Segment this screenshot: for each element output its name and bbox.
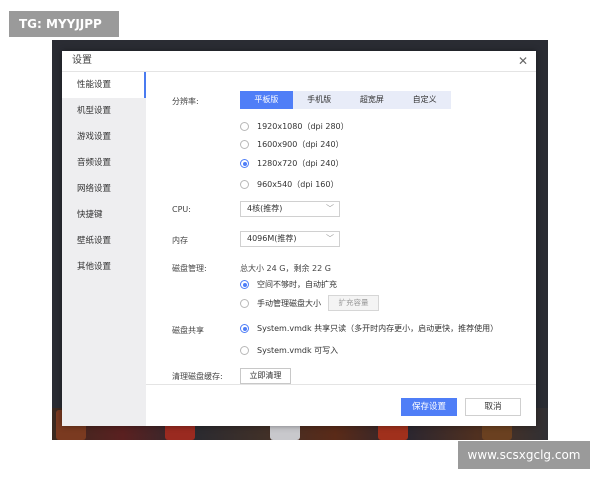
dialog-title: 设置: [72, 55, 92, 66]
sidebar-item-shortcuts[interactable]: 快捷键: [62, 202, 146, 228]
settings-sidebar: 性能设置 机型设置 游戏设置 音频设置 网络设置 快捷键 壁纸设置 其他设置: [62, 72, 146, 426]
disk-summary: 总大小 24 G，剩余 22 G: [240, 264, 331, 273]
radio-button-selected[interactable]: [240, 324, 249, 333]
resolution-option-1280[interactable]: 1280x720（dpi 240）: [240, 158, 344, 169]
cpu-select-value: 4核(推荐): [247, 204, 283, 213]
disk-option-auto[interactable]: 空间不够时，自动扩充: [240, 279, 337, 290]
cancel-button[interactable]: 取消: [465, 398, 521, 416]
settings-content: 分辨率: 平板版 手机版 超宽屏 自定义 1920x1080（dpi 280） …: [146, 72, 536, 426]
disk-share-option-writable[interactable]: System.vmdk 可写入: [240, 345, 338, 356]
dialog-header: 设置 ✕: [62, 51, 536, 72]
close-icon[interactable]: ✕: [518, 51, 528, 71]
resolution-label: 分辨率:: [172, 97, 199, 106]
resolution-option-1600[interactable]: 1600x900（dpi 240）: [240, 139, 344, 150]
disk-share-option-label: System.vmdk 可写入: [257, 346, 339, 355]
tab-tablet[interactable]: 平板版: [240, 91, 293, 109]
watermark-tg: TG: MYYJJPP: [9, 11, 119, 37]
disk-option-label: 手动管理磁盘大小: [257, 299, 321, 308]
cpu-label: CPU:: [172, 205, 191, 214]
sidebar-item-network[interactable]: 网络设置: [62, 176, 146, 202]
clear-now-button[interactable]: 立即清理: [240, 368, 291, 384]
watermark-website: www.scsxgclg.com: [458, 441, 590, 469]
sidebar-item-wallpaper[interactable]: 壁纸设置: [62, 228, 146, 254]
sidebar-item-performance[interactable]: 性能设置: [62, 72, 146, 98]
memory-select[interactable]: 4096M(推荐) ﹀: [240, 231, 340, 247]
resolution-option-label: 1600x900（dpi 240）: [257, 140, 344, 149]
chevron-down-icon: ﹀: [326, 204, 334, 213]
resolution-option-label: 1920x1080（dpi 280）: [257, 122, 349, 131]
settings-dialog: 设置 ✕ 性能设置 机型设置 游戏设置 音频设置 网络设置 快捷键 壁纸设置 其…: [62, 51, 536, 426]
disk-option-manual[interactable]: 手动管理磁盘大小: [240, 298, 321, 309]
radio-button[interactable]: [240, 180, 249, 189]
resolution-tabs: 平板版 手机版 超宽屏 自定义: [240, 91, 451, 109]
tab-custom[interactable]: 自定义: [398, 91, 451, 109]
radio-button[interactable]: [240, 299, 249, 308]
sidebar-item-audio[interactable]: 音频设置: [62, 150, 146, 176]
radio-button[interactable]: [240, 140, 249, 149]
resolution-option-label: 1280x720（dpi 240）: [257, 159, 344, 168]
footer-divider: [146, 384, 536, 385]
radio-button[interactable]: [240, 122, 249, 131]
disk-share-option-readonly[interactable]: System.vmdk 共享只读（多开时内存更小，启动更快，推荐使用）: [240, 323, 498, 334]
disk-share-option-label: System.vmdk 共享只读（多开时内存更小，启动更快，推荐使用）: [257, 324, 499, 333]
memory-select-value: 4096M(推荐): [247, 234, 297, 243]
disk-management-label: 磁盘管理:: [172, 264, 207, 273]
cpu-select[interactable]: 4核(推荐) ﹀: [240, 201, 340, 217]
sidebar-item-device-model[interactable]: 机型设置: [62, 98, 146, 124]
save-settings-button[interactable]: 保存设置: [401, 398, 457, 416]
radio-button[interactable]: [240, 346, 249, 355]
resolution-option-960[interactable]: 960x540（dpi 160）: [240, 179, 338, 190]
disk-share-label: 磁盘共享: [172, 326, 204, 335]
disk-option-label: 空间不够时，自动扩充: [257, 280, 337, 289]
clear-cache-label: 清理磁盘缓存:: [172, 372, 223, 381]
expand-capacity-button[interactable]: 扩充容量: [328, 295, 379, 311]
sidebar-item-other[interactable]: 其他设置: [62, 254, 146, 280]
sidebar-item-game[interactable]: 游戏设置: [62, 124, 146, 150]
memory-label: 内存: [172, 236, 188, 245]
tab-ultrawide[interactable]: 超宽屏: [346, 91, 399, 109]
resolution-option-1920[interactable]: 1920x1080（dpi 280）: [240, 121, 349, 132]
tab-phone[interactable]: 手机版: [293, 91, 346, 109]
radio-button-selected[interactable]: [240, 159, 249, 168]
resolution-option-label: 960x540（dpi 160）: [257, 180, 339, 189]
chevron-down-icon: ﹀: [326, 234, 334, 243]
radio-button-selected[interactable]: [240, 280, 249, 289]
